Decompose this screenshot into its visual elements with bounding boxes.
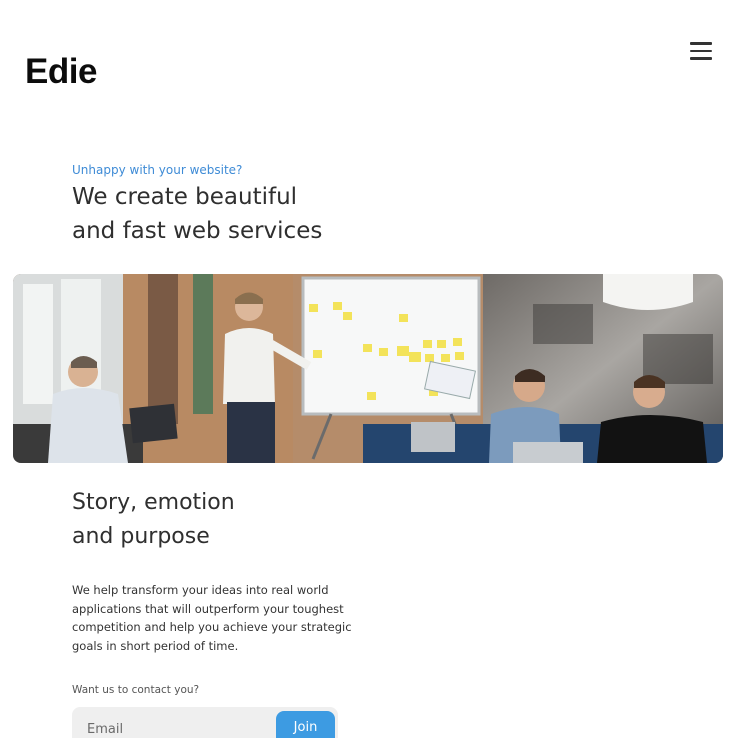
story-body: We help transform your ideas into real w… [72,583,352,653]
site-logo[interactable]: Edie [25,52,97,92]
hero-headline: We create beautiful and fast web service… [72,180,322,248]
email-input[interactable] [72,707,272,738]
story-title: Story, emotion and purpose [72,486,235,554]
contact-label: Want us to contact you? [72,684,200,696]
page: Edie Unhappy with your website? We creat… [0,0,737,738]
hero-headline-line2: and fast web services [72,218,323,244]
hero-eyebrow: Unhappy with your website? [72,163,243,177]
email-signup-form: Join [72,707,338,738]
join-button[interactable]: Join [276,711,335,738]
hamburger-menu-icon[interactable] [688,40,714,62]
story-title-line1: Story, emotion [72,490,235,515]
hero-image [13,274,723,463]
hero-image-illustration [13,274,723,463]
story-title-line2: and purpose [72,524,210,549]
hero-headline-line1: We create beautiful [72,184,298,210]
